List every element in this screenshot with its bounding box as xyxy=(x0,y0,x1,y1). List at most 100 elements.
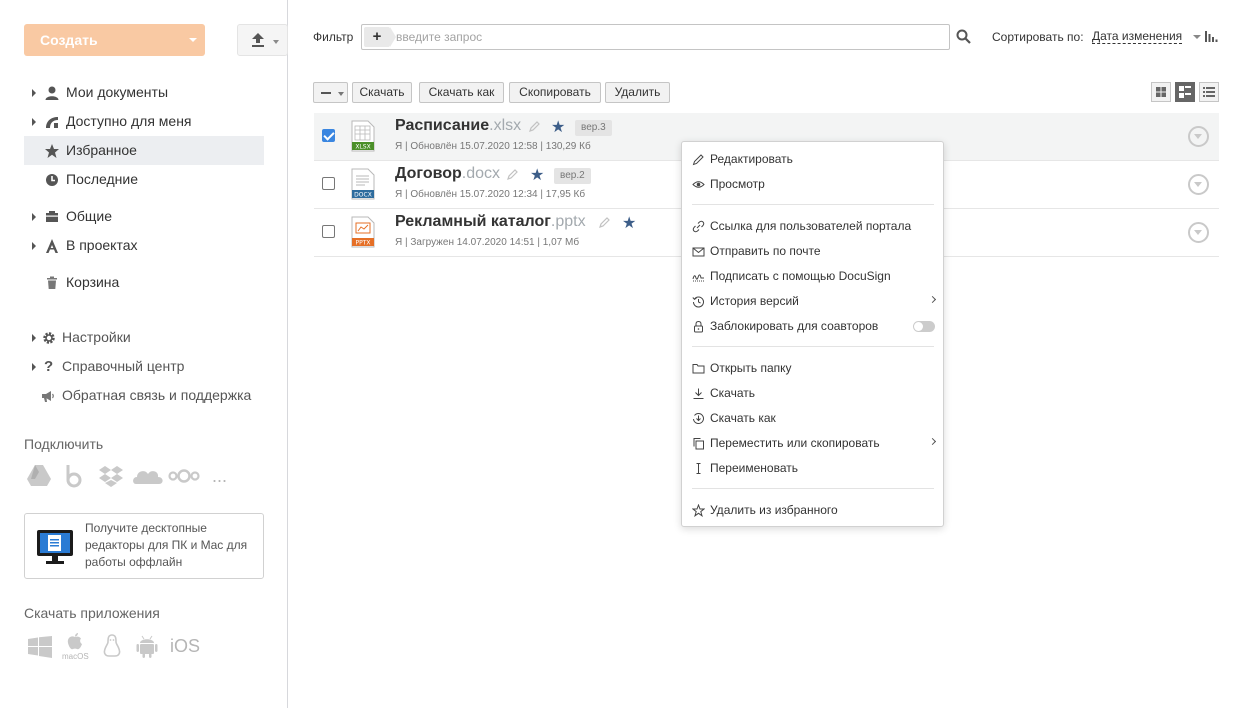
sort-direction-icon[interactable] xyxy=(1205,31,1218,42)
android-icon[interactable] xyxy=(136,634,158,661)
box-icon[interactable] xyxy=(64,464,84,491)
delete-button[interactable]: Удалить xyxy=(605,82,670,103)
menu-separator xyxy=(692,204,934,205)
row-menu-button[interactable] xyxy=(1188,174,1209,195)
ios-label[interactable]: iOS xyxy=(170,636,200,657)
sidebar-item-label: Мои документы xyxy=(66,84,169,100)
row-menu-button[interactable] xyxy=(1188,222,1209,243)
macos-label: macOS xyxy=(62,652,89,661)
trash-icon xyxy=(47,276,57,289)
chevron-right-icon xyxy=(928,437,937,446)
sidebar-item-settings[interactable]: Настройки xyxy=(24,323,264,352)
pencil-icon[interactable] xyxy=(507,169,518,180)
pencil-icon[interactable] xyxy=(599,217,610,228)
tile-view-button[interactable] xyxy=(1151,82,1171,102)
star-icon xyxy=(45,144,59,158)
menu-item-download[interactable]: Скачать xyxy=(682,382,943,404)
file-name[interactable]: Рекламный каталог.pptx xyxy=(395,213,586,231)
expand-arrow-icon[interactable] xyxy=(32,89,36,97)
version-badge[interactable]: вер.3 xyxy=(575,120,612,136)
app-downloads: macOS iOS xyxy=(28,632,228,662)
sidebar-item-recent[interactable]: Последние xyxy=(24,165,264,194)
menu-item-edit[interactable]: Редактировать xyxy=(682,148,943,170)
sidebar-item-favorites[interactable]: Избранное xyxy=(24,136,264,165)
menu-item-download-as[interactable]: Скачать как xyxy=(682,407,943,429)
favorite-star-icon[interactable]: ★ xyxy=(530,165,544,185)
create-button[interactable]: Создать xyxy=(24,24,205,56)
expand-arrow-icon[interactable] xyxy=(32,334,36,342)
copy-button[interactable]: Скопировать xyxy=(509,82,601,103)
list-view-button[interactable] xyxy=(1199,82,1219,102)
file-name[interactable]: Расписание.xlsx xyxy=(395,117,521,135)
chevron-right-icon xyxy=(928,295,937,304)
star-outline-icon xyxy=(692,504,705,517)
menu-item-docusign[interactable]: Подписать с помощью DocuSign xyxy=(682,265,943,287)
search-icon[interactable] xyxy=(956,29,971,44)
lock-toggle[interactable] xyxy=(913,321,935,332)
filter-add-button[interactable]: + xyxy=(364,27,396,47)
dropbox-icon[interactable] xyxy=(98,464,124,491)
row-menu-button[interactable] xyxy=(1188,126,1209,147)
favorite-star-icon[interactable]: ★ xyxy=(622,213,636,233)
download-as-button[interactable]: Скачать как xyxy=(419,82,504,103)
sidebar-item-label: Последние xyxy=(66,171,139,187)
onedrive-icon[interactable] xyxy=(132,464,164,491)
nextcloud-icon[interactable] xyxy=(168,464,200,491)
chevron-down-icon[interactable] xyxy=(1193,35,1201,39)
expand-arrow-icon[interactable] xyxy=(32,118,36,126)
compact-view-button[interactable] xyxy=(1175,82,1195,102)
menu-item-move-copy[interactable]: Переместить или скопировать xyxy=(682,432,943,454)
file-checkbox[interactable] xyxy=(322,225,335,238)
windows-icon[interactable] xyxy=(28,636,52,661)
menu-separator xyxy=(692,346,934,347)
menu-item-remove-favorite[interactable]: Удалить из избранного xyxy=(682,499,943,521)
projects-icon xyxy=(46,239,58,253)
menu-item-preview[interactable]: Просмотр xyxy=(682,173,943,195)
menu-item-portal-link[interactable]: Ссылка для пользователей портала xyxy=(682,215,943,237)
sidebar-item-common[interactable]: Общие xyxy=(24,202,264,231)
file-name[interactable]: Договор.docx xyxy=(395,165,500,183)
sidebar-item-shared-with-me[interactable]: Доступно для меня xyxy=(24,107,264,136)
sidebar-item-feedback[interactable]: Обратная связь и поддержка xyxy=(24,381,264,410)
select-all-dropdown[interactable] xyxy=(313,82,348,103)
menu-item-label: Редактировать xyxy=(710,152,793,166)
connect-services: ... xyxy=(26,464,246,490)
apps-title: Скачать приложения xyxy=(24,605,160,621)
megaphone-icon xyxy=(42,391,54,402)
sort-select[interactable]: Дата изменения xyxy=(1092,30,1183,44)
expand-arrow-icon[interactable] xyxy=(32,213,36,221)
google-drive-icon[interactable] xyxy=(26,464,52,491)
sidebar-item-trash[interactable]: Корзина xyxy=(24,268,264,297)
search-input[interactable]: + введите запрос xyxy=(361,24,950,50)
file-checkbox[interactable] xyxy=(322,177,335,190)
file-meta: Я | Загружен 14.07.2020 14:51 | 1,07 Мб xyxy=(395,237,580,248)
menu-item-rename[interactable]: Переименовать xyxy=(682,457,943,479)
menu-item-lock[interactable]: Заблокировать для соавторов xyxy=(682,315,943,337)
menu-item-label: Удалить из избранного xyxy=(710,503,838,517)
sidebar-item-label: Справочный центр xyxy=(62,358,185,374)
menu-item-version-history[interactable]: История версий xyxy=(682,290,943,312)
create-row: Создать xyxy=(24,24,288,56)
sidebar-item-projects[interactable]: В проектах xyxy=(24,231,264,260)
sidebar-item-help[interactable]: ? Справочный центр xyxy=(24,352,264,381)
more-services[interactable]: ... xyxy=(212,466,227,487)
share-icon xyxy=(46,117,58,128)
expand-arrow-icon[interactable] xyxy=(32,363,36,371)
favorite-star-icon[interactable]: ★ xyxy=(551,117,565,137)
file-extension: .pptx xyxy=(550,213,586,230)
menu-item-open-folder[interactable]: Открыть папку xyxy=(682,357,943,379)
expand-arrow-icon[interactable] xyxy=(32,242,36,250)
file-checkbox[interactable] xyxy=(322,129,335,142)
linux-icon[interactable] xyxy=(101,634,123,661)
menu-item-send-mail[interactable]: Отправить по почте xyxy=(682,240,943,262)
version-badge[interactable]: вер.2 xyxy=(554,168,591,184)
desktop-editors-promo[interactable]: Получите десктопные редакторы для ПК и M… xyxy=(24,513,264,579)
folder-icon xyxy=(692,364,705,374)
pencil-icon[interactable] xyxy=(529,121,540,132)
menu-item-label: История версий xyxy=(710,294,799,308)
file-extension: .docx xyxy=(461,165,501,182)
upload-button[interactable] xyxy=(237,24,288,56)
sidebar: Создать Мои документы Доступно для меня … xyxy=(0,0,288,708)
sidebar-item-my-documents[interactable]: Мои документы xyxy=(24,78,264,107)
download-button[interactable]: Скачать xyxy=(352,82,412,103)
